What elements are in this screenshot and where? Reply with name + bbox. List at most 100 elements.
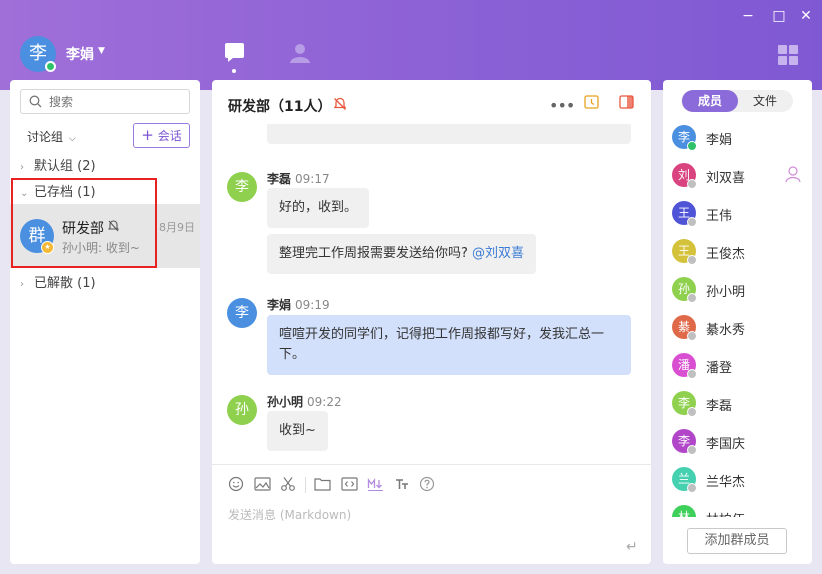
- chevron-down-icon: ⌄: [20, 188, 29, 199]
- member-name: 潘登: [706, 361, 733, 376]
- sender-name: 孙小明: [267, 395, 304, 409]
- conversation-name: 研发部: [62, 221, 104, 237]
- message-composer[interactable]: 发送消息 (Markdown) ↵: [212, 464, 651, 564]
- message-bubble: 整理完工作周报需要发送给你吗? @刘双喜: [267, 234, 537, 274]
- member-item[interactable]: 李李国庆: [672, 429, 807, 459]
- close-button[interactable]: ✕: [798, 8, 814, 24]
- message-bubble-partial: [267, 124, 631, 144]
- markdown-icon[interactable]: [367, 476, 384, 496]
- member-item[interactable]: 林 林柏伍: [672, 505, 807, 517]
- new-chat-label: 会话: [157, 129, 182, 143]
- message-time: 09:17: [295, 172, 330, 186]
- chat-tab-icon[interactable]: [224, 42, 245, 68]
- mute-icon[interactable]: [333, 97, 347, 115]
- presence-status-dot: [687, 293, 697, 303]
- presence-status-dot: [687, 483, 697, 493]
- text-format-icon[interactable]: [394, 476, 410, 496]
- group-label: 已解散 (1): [34, 276, 96, 291]
- avatar[interactable]: 李: [227, 298, 257, 328]
- user-name[interactable]: 李娟: [66, 44, 94, 64]
- mention-link[interactable]: @刘双喜: [472, 246, 524, 261]
- online-status-dot: [45, 61, 56, 72]
- title-bar: [0, 0, 822, 90]
- sender-name: 李娟: [267, 298, 292, 312]
- presence-status-dot: [687, 331, 697, 341]
- presence-status-dot: [687, 369, 697, 379]
- toggle-sidebar-icon[interactable]: [619, 95, 634, 114]
- history-icon[interactable]: [584, 95, 599, 114]
- minimize-button[interactable]: −: [740, 8, 756, 24]
- member-name: 刘双喜: [706, 171, 746, 186]
- search-input[interactable]: [49, 93, 185, 111]
- avatar: 林: [672, 505, 696, 517]
- admin-icon: [784, 165, 802, 187]
- group-archived[interactable]: ⌄ 已存档 (1): [20, 181, 96, 200]
- message-bubble: 好的，收到。: [267, 188, 370, 228]
- message-header: 李磊 09:17: [267, 170, 330, 187]
- add-member-button[interactable]: 添加群成员: [687, 528, 787, 554]
- conversation-item[interactable]: 群 ★ 研发部 8月9日 孙小明: 收到~: [10, 204, 200, 268]
- new-chat-button[interactable]: + 会话: [133, 123, 190, 148]
- toolbar-divider: [305, 477, 306, 493]
- presence-status-dot: [687, 179, 697, 189]
- members-panel: 成员 文件 李李娟刘刘双喜王王伟王王俊杰孙孙小明綦綦水秀潘潘登李李磊李李国庆兰兰…: [663, 80, 812, 564]
- message-list: 李 李磊 09:17 好的，收到。 整理完工作周报需要发送给你吗? @刘双喜 李 …: [212, 124, 651, 464]
- presence-status-dot: [687, 141, 697, 151]
- message-text: 喧喧开发的同学们，记得把工作周报都写好，发我汇总一下。: [279, 327, 605, 362]
- member-item[interactable]: 兰兰华杰: [672, 467, 807, 497]
- member-name: 王俊杰: [706, 247, 746, 262]
- member-item[interactable]: 孙孙小明: [672, 277, 807, 307]
- members-tabs: 成员 文件: [681, 90, 793, 112]
- scissors-icon[interactable]: [280, 476, 296, 496]
- image-icon[interactable]: [254, 476, 271, 496]
- message-text: 好的，收到。: [279, 200, 358, 215]
- message-time: 09:22: [307, 395, 342, 409]
- group-label: 默认组 (2): [34, 159, 96, 174]
- member-name: 孙小明: [706, 285, 746, 300]
- member-item[interactable]: 王王伟: [672, 201, 807, 231]
- group-filter-select[interactable]: 讨论组 ⌵: [27, 128, 76, 145]
- message-header: 李娟 09:19: [267, 296, 330, 313]
- composer-placeholder[interactable]: 发送消息 (Markdown): [228, 506, 351, 523]
- member-name: 李国庆: [706, 437, 746, 452]
- tab-members[interactable]: 成员: [682, 90, 738, 112]
- avatar[interactable]: 李: [227, 172, 257, 202]
- member-item[interactable]: 刘刘双喜: [672, 163, 807, 193]
- chat-panel: 研发部（11人） ••• 李 李磊 09:17 好的，收到。 整理完工作周报需要发…: [212, 80, 651, 564]
- search-box[interactable]: [20, 89, 190, 114]
- chevron-down-icon[interactable]: ▼: [98, 46, 105, 56]
- member-item[interactable]: 李李磊: [672, 391, 807, 421]
- member-item[interactable]: 潘潘登: [672, 353, 807, 383]
- chevron-right-icon: ›: [20, 162, 24, 173]
- member-name: 兰华杰: [706, 475, 746, 490]
- message-bubble: 收到~: [267, 411, 328, 451]
- mute-icon: [107, 220, 120, 236]
- help-icon[interactable]: [419, 476, 435, 496]
- apps-grid-icon[interactable]: [778, 45, 798, 69]
- group-filter-label: 讨论组: [27, 130, 64, 144]
- member-item[interactable]: 綦綦水秀: [672, 315, 807, 345]
- member-item[interactable]: 王王俊杰: [672, 239, 807, 269]
- contacts-tab-icon[interactable]: [289, 42, 311, 68]
- conversation-sidebar: 讨论组 ⌵ + 会话 › 默认组 (2) ⌄ 已存档 (1) 群 ★ 研发部 8月9…: [10, 80, 200, 564]
- message-header: 孙小明 09:22: [267, 393, 342, 410]
- message-bubble: 喧喧开发的同学们，记得把工作周报都写好，发我汇总一下。: [267, 315, 631, 375]
- emoji-icon[interactable]: [228, 476, 244, 496]
- group-dissolved[interactable]: › 已解散 (1): [20, 272, 96, 291]
- chat-title: 研发部（11人）: [228, 99, 332, 115]
- chevron-down-icon: ⌵: [68, 134, 76, 144]
- conversation-preview: 孙小明: 收到~: [62, 241, 140, 255]
- search-icon: [29, 95, 42, 112]
- active-tab-indicator: [232, 69, 236, 73]
- maximize-button[interactable]: □: [771, 8, 787, 24]
- avatar[interactable]: 孙: [227, 395, 257, 425]
- code-icon[interactable]: [341, 476, 358, 496]
- presence-status-dot: [687, 217, 697, 227]
- folder-icon[interactable]: [314, 476, 331, 496]
- group-default[interactable]: › 默认组 (2): [20, 155, 96, 174]
- more-icon[interactable]: •••: [549, 96, 575, 115]
- send-icon[interactable]: ↵: [626, 539, 638, 555]
- tab-files[interactable]: 文件: [737, 90, 793, 112]
- member-name: 李娟: [706, 133, 733, 148]
- member-item[interactable]: 李李娟: [672, 125, 807, 155]
